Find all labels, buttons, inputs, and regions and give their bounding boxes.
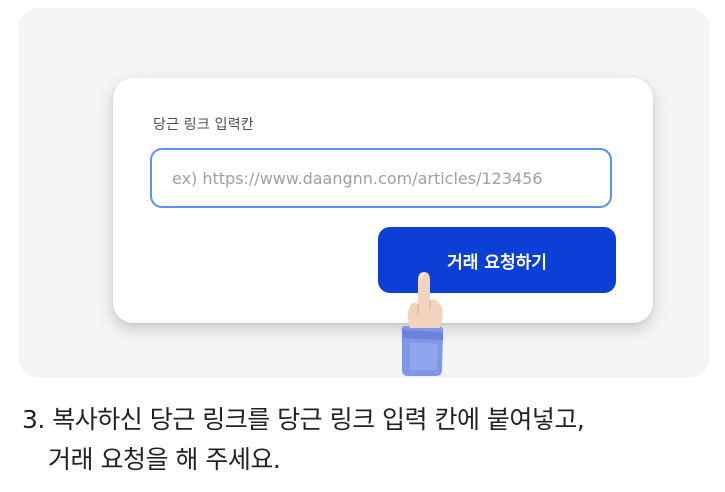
illustration-panel: 당근 링크 입력칸 거래 요청하기	[18, 8, 710, 378]
field-label: 당근 링크 입력칸	[153, 117, 254, 133]
instruction-text: 3. 복사하신 당근 링크를 당근 링크 입력 칸에 붙여넣고, 거래 요청을 …	[22, 400, 712, 480]
instruction-line-2: 거래 요청을 해 주세요.	[48, 445, 281, 474]
instruction-line-1: 3. 복사하신 당근 링크를 당근 링크 입력 칸에 붙여넣고,	[22, 405, 585, 434]
pointing-hand-icon	[401, 272, 444, 376]
link-input[interactable]	[150, 148, 612, 208]
link-input-card: 당근 링크 입력칸 거래 요청하기	[113, 78, 653, 323]
